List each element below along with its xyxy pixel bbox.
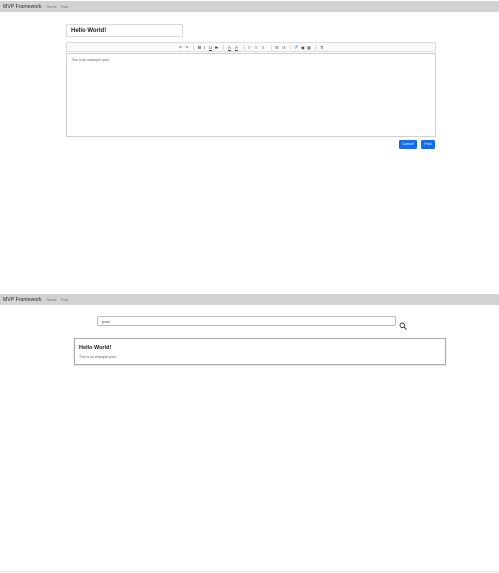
post-body-text: This is an example post bbox=[71, 58, 109, 62]
post-title-input[interactable]: Hello World! bbox=[66, 24, 183, 37]
bold-icon[interactable]: B bbox=[198, 44, 201, 51]
toolbar-divider bbox=[315, 45, 316, 50]
table-icon[interactable]: ▦ bbox=[307, 44, 311, 51]
toolbar-divider bbox=[271, 45, 272, 50]
toolbar-divider bbox=[244, 45, 245, 50]
search-button[interactable] bbox=[399, 317, 407, 330]
search-result-card[interactable]: Hello World! This is an example post bbox=[74, 338, 446, 365]
strikethrough-icon[interactable]: S bbox=[215, 44, 218, 51]
top-navbar: MVP Framework Home Post bbox=[0, 1, 499, 12]
search-input[interactable]: post bbox=[97, 316, 396, 326]
align-left-icon[interactable]: ≡ bbox=[248, 44, 250, 51]
toolbar-divider bbox=[290, 45, 291, 50]
bullet-list-icon[interactable]: ☰ bbox=[275, 44, 279, 51]
cancel-button[interactable]: Cancel bbox=[399, 140, 417, 149]
numbered-list-icon[interactable]: ☷ bbox=[282, 44, 286, 51]
divider bbox=[0, 571, 499, 572]
post-button[interactable]: Post bbox=[421, 140, 435, 149]
highlight-icon[interactable]: A bbox=[235, 44, 238, 51]
toolbar-divider bbox=[223, 45, 224, 50]
search-icon bbox=[399, 322, 407, 330]
toolbar-divider bbox=[193, 45, 194, 50]
brand-link[interactable]: MVP Framework bbox=[3, 297, 42, 303]
result-title[interactable]: Hello World! bbox=[79, 345, 111, 351]
italic-icon[interactable]: I bbox=[204, 44, 205, 51]
post-body-editor[interactable]: This is an example post bbox=[66, 53, 436, 137]
underline-icon[interactable]: U bbox=[209, 44, 212, 51]
nav-link-post[interactable]: Post bbox=[61, 5, 69, 9]
nav-link-home[interactable]: Home bbox=[47, 298, 57, 302]
nav-link-home[interactable]: Home bbox=[47, 5, 57, 9]
align-center-icon[interactable]: ≡ bbox=[255, 44, 257, 51]
align-right-icon[interactable]: ≡ bbox=[262, 44, 264, 51]
top-navbar: MVP Framework Home Post bbox=[0, 294, 499, 305]
undo-icon[interactable]: ↶ bbox=[179, 44, 183, 51]
result-body: This is an example post bbox=[79, 355, 116, 359]
image-icon[interactable]: ▣ bbox=[301, 44, 305, 51]
redo-icon[interactable]: ↷ bbox=[185, 44, 189, 51]
font-color-icon[interactable]: A bbox=[228, 44, 231, 51]
link-icon[interactable]: 🔗 bbox=[294, 44, 298, 51]
nav-link-post[interactable]: Post bbox=[61, 298, 69, 302]
editor-toolbar: ↶ ↷ B I U S A A ≡ ≡ ≡ ☰ ☷ 🔗 ▣ ▦ T̸ bbox=[66, 42, 436, 52]
brand-link[interactable]: MVP Framework bbox=[3, 4, 42, 10]
clear-format-icon[interactable]: T̸ bbox=[320, 44, 323, 51]
